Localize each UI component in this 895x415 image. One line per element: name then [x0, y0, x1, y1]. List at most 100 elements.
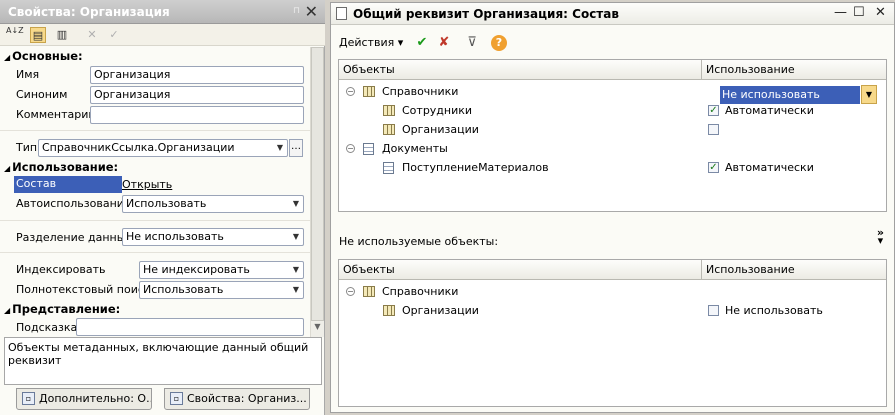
tree-row[interactable]: − Документы: [339, 140, 886, 159]
row-name: Организации: [402, 304, 479, 317]
close-button[interactable]: ✕: [875, 5, 886, 20]
pin-icon[interactable]: ⊓: [293, 6, 300, 16]
type-value: СправочникСсылка.Организации: [42, 141, 235, 154]
usage-checkbox[interactable]: [708, 305, 719, 316]
used-objects-grid: Объекты Использование − Справочники Сотр…: [338, 59, 887, 212]
autouse-select[interactable]: Использовать ▼: [122, 195, 304, 213]
chevron-down-icon[interactable]: ▼: [289, 282, 303, 298]
uncheck-all-icon[interactable]: ✘: [435, 34, 453, 52]
separator: [0, 220, 310, 221]
property-description: Объекты метаданных, включающие данный об…: [4, 337, 322, 385]
help-icon[interactable]: ?: [491, 35, 507, 51]
check-all-icon[interactable]: ✔: [413, 34, 431, 52]
collapse-icon[interactable]: −: [346, 144, 355, 153]
apply-icon[interactable]: ✓: [106, 27, 122, 43]
group-main[interactable]: ◢ Основные:: [4, 49, 83, 63]
fulltext-label: Полнотекстовый поиск: [16, 283, 151, 296]
index-value: Не индексировать: [143, 263, 250, 276]
comment-field[interactable]: [90, 106, 304, 124]
usage-checkbox[interactable]: [708, 124, 719, 135]
document-icon: [383, 162, 394, 174]
row-name: Организации: [402, 123, 479, 136]
col-objects-header[interactable]: Объекты: [343, 263, 395, 276]
maximize-button[interactable]: ☐: [853, 5, 865, 20]
synonym-field[interactable]: Организация: [90, 86, 304, 104]
sostav-label: Состав: [14, 176, 122, 193]
actions-menu-button[interactable]: Действия ▾: [339, 36, 403, 49]
tree-row[interactable]: Сотрудники ✓ Автоматически: [339, 102, 886, 121]
index-label: Индексировать: [16, 263, 106, 276]
minimize-button[interactable]: —: [834, 5, 847, 20]
properties-close-button[interactable]: ✕: [305, 2, 318, 21]
group-presentation-label: Представление:: [12, 302, 121, 316]
type-select-button[interactable]: …: [289, 139, 303, 157]
open-sostav-link[interactable]: Открыть: [122, 178, 172, 191]
expand-more-icon[interactable]: » ▾: [877, 227, 884, 246]
data-split-select[interactable]: Не использовать ▼: [122, 228, 304, 246]
data-split-value: Не использовать: [126, 230, 224, 243]
composition-window: Общий реквизит Организация: Состав — ☐ ✕…: [330, 2, 895, 413]
fulltext-select[interactable]: Использовать ▼: [139, 281, 304, 299]
fulltext-value: Использовать: [143, 283, 224, 296]
name-label: Имя: [16, 68, 40, 81]
type-select[interactable]: СправочникСсылка.Организации ▼: [38, 139, 288, 157]
tree-row[interactable]: ПоступлениеМатериалов ✓ Автоматически: [339, 159, 886, 178]
synonym-label: Синоним: [16, 88, 68, 101]
usage-checkbox[interactable]: ✓: [708, 162, 719, 173]
chevron-down-icon[interactable]: ▼: [273, 140, 287, 156]
collapse-icon[interactable]: −: [346, 287, 355, 296]
tab-additional[interactable]: ▫ Дополнительно: О...: [16, 388, 152, 410]
sort-alphabetical-icon[interactable]: A↓Z: [6, 27, 24, 43]
row-name: Справочники: [382, 85, 459, 98]
autouse-value: Использовать: [126, 197, 207, 210]
tab-properties-icon: ▫: [170, 392, 183, 405]
group-presentation[interactable]: ◢ Представление:: [4, 302, 120, 316]
scrollbar-thumb[interactable]: [311, 47, 324, 321]
tree-row[interactable]: Организации: [339, 121, 886, 140]
properties-scrollbar[interactable]: ▼: [310, 47, 324, 337]
data-split-label: Разделение данных: [16, 231, 132, 244]
collapse-triangle-icon: ◢: [4, 53, 11, 62]
collapse-icon[interactable]: −: [346, 87, 355, 96]
tab-properties-label: Свойства: Организ...: [187, 392, 307, 405]
filter-properties-icon[interactable]: ▥: [54, 27, 70, 43]
chevron-down-icon[interactable]: ▼: [289, 262, 303, 278]
separator: [0, 130, 310, 131]
usage-value: Автоматически: [725, 161, 814, 174]
composition-toolbar: Действия ▾ ✔ ✘ ⊽ ?: [331, 30, 894, 56]
chevron-down-icon[interactable]: ▼: [289, 196, 303, 212]
group-usage[interactable]: ◢ Использование:: [4, 160, 118, 174]
hint-field[interactable]: [76, 318, 304, 336]
chevron-down-icon[interactable]: ▼: [861, 85, 877, 104]
collapse-triangle-icon: ◢: [4, 306, 11, 315]
column-divider[interactable]: [701, 260, 702, 280]
index-select[interactable]: Не индексировать ▼: [139, 261, 304, 279]
col-usage-header[interactable]: Использование: [706, 63, 795, 76]
col-usage-header[interactable]: Использование: [706, 263, 795, 276]
chevron-down-icon[interactable]: ▼: [289, 229, 303, 245]
filter-icon[interactable]: ⊽: [463, 34, 481, 52]
name-field[interactable]: Организация: [90, 66, 304, 84]
column-divider[interactable]: [701, 60, 702, 80]
usage-checkbox[interactable]: ✓: [708, 105, 719, 116]
tab-properties[interactable]: ▫ Свойства: Организ...: [164, 388, 310, 410]
catalog-group-icon: [363, 286, 375, 297]
categories-view-icon[interactable]: ▤: [30, 27, 46, 43]
row-name: Сотрудники: [402, 104, 473, 117]
composition-window-title: Общий реквизит Организация: Состав: [331, 3, 894, 25]
catalog-icon: [383, 124, 395, 135]
tree-row[interactable]: − Справочники: [339, 283, 886, 302]
usage-value: Автоматически: [725, 104, 814, 117]
cancel-icon[interactable]: ✕: [84, 27, 100, 43]
properties-toolbar: A↓Z ▤ ▥ ✕ ✓: [0, 24, 325, 46]
catalog-icon: [383, 105, 395, 116]
type-label: Тип: [16, 141, 38, 154]
scroll-down-icon[interactable]: ▼: [311, 322, 324, 336]
tree-row[interactable]: Организации Не использовать: [339, 302, 886, 321]
usage-select-active[interactable]: Не использовать: [720, 86, 860, 104]
group-usage-label: Использование:: [12, 160, 119, 174]
separator: [0, 252, 310, 253]
grid-header: Объекты Использование: [339, 60, 886, 80]
unused-objects-grid: Объекты Использование − Справочники Орга…: [338, 259, 887, 407]
col-objects-header[interactable]: Объекты: [343, 63, 395, 76]
